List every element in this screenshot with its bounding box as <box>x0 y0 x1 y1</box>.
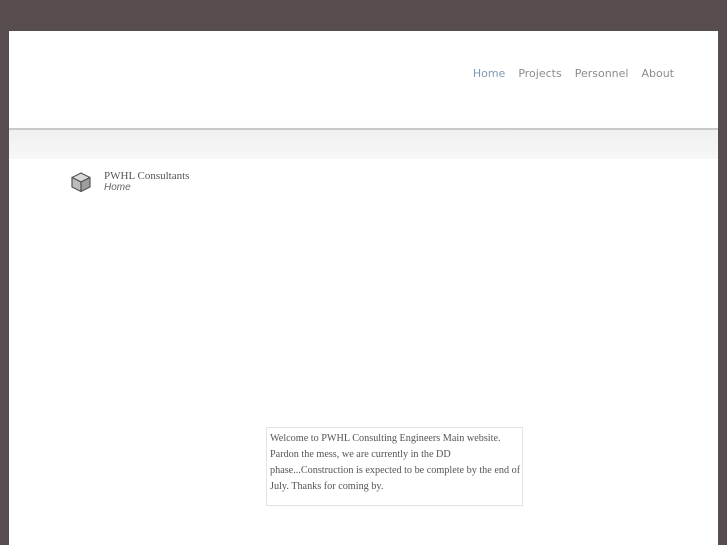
nav-projects-link[interactable]: Projects <box>518 67 561 80</box>
nav-personnel-link[interactable]: Personnel <box>575 67 629 80</box>
sub-header-bar <box>9 130 718 159</box>
nav-about-link[interactable]: About <box>641 67 674 80</box>
brand-text: PWHL Consultants Home <box>104 170 189 194</box>
breadcrumb: Home <box>104 182 131 193</box>
page: Home Projects Personnel About PWHL Consu… <box>9 31 718 545</box>
site-header: Home Projects Personnel About <box>9 31 718 128</box>
nav-home-link[interactable]: Home <box>473 67 505 80</box>
main-nav: Home Projects Personnel About <box>473 67 674 80</box>
cube-icon <box>71 172 91 193</box>
welcome-message: Welcome to PWHL Consulting Engineers Mai… <box>266 427 523 506</box>
brand-name: PWHL Consultants <box>104 170 190 182</box>
brand-block: PWHL Consultants Home <box>70 170 189 194</box>
